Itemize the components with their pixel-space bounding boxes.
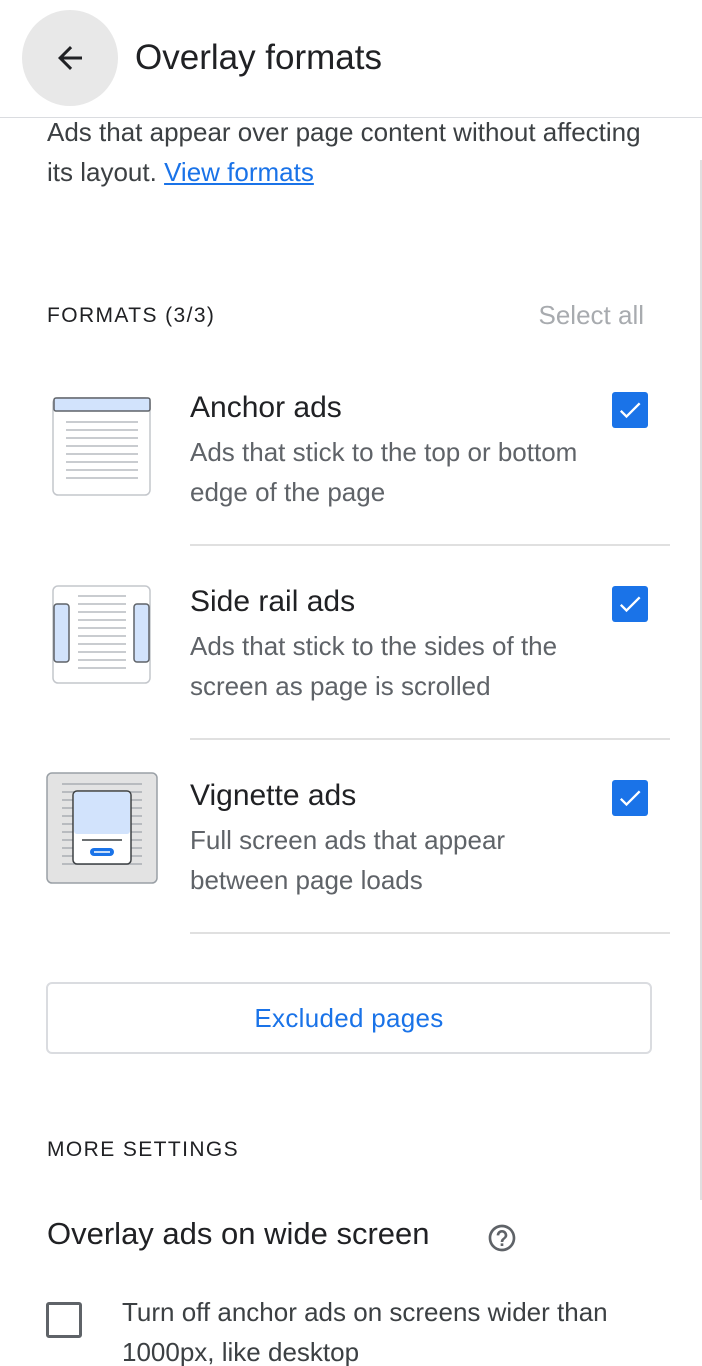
format-title: Anchor ads: [190, 391, 342, 424]
overlay-wide-screen-title: Overlay ads on wide screen: [47, 1216, 430, 1251]
turn-off-anchor-wide-checkbox[interactable]: [46, 1302, 82, 1338]
intro-text: Ads that appear over page content withou…: [47, 112, 667, 192]
arrow-left-icon: [58, 46, 82, 70]
back-button[interactable]: [22, 10, 118, 106]
anchor-ads-checkbox[interactable]: [612, 392, 648, 428]
format-description: Full screen ads that appear between page…: [190, 825, 506, 895]
checkmark-icon: [619, 402, 641, 419]
format-description: Ads that stick to the top or bottom edge…: [190, 437, 578, 507]
turn-off-anchor-wide-label: Turn off anchor ads on screens wider tha…: [122, 1297, 608, 1366]
page-title: Overlay formats: [135, 38, 382, 77]
divider: [190, 544, 670, 546]
format-row-anchor-ads[interactable]: Anchor ads Ads that stick to the top or …: [0, 388, 702, 582]
checkmark-icon: [619, 790, 641, 807]
vignette-ads-thumbnail: [46, 772, 158, 884]
header: Overlay formats: [0, 0, 702, 118]
divider: [190, 932, 670, 934]
format-row-vignette-ads[interactable]: Vignette ads Full screen ads that appear…: [0, 772, 702, 970]
side-rail-ads-checkbox[interactable]: [612, 586, 648, 622]
anchor-ads-thumbnail: [52, 397, 151, 496]
vignette-ads-checkbox[interactable]: [612, 780, 648, 816]
format-title: Side rail ads: [190, 585, 356, 618]
format-row-side-rail-ads[interactable]: Side rail ads Ads that stick to the side…: [0, 582, 702, 776]
format-description: Ads that stick to the sides of the scree…: [190, 631, 558, 701]
intro-description: Ads that appear over page content withou…: [47, 117, 641, 187]
excluded-pages-button[interactable]: Excluded pages: [46, 982, 652, 1054]
divider: [190, 738, 670, 740]
overlay-formats-page: Overlay formats Ads that appear over pag…: [0, 0, 702, 1366]
side-rail-ads-thumbnail: [52, 585, 151, 684]
question-circle-icon[interactable]: [486, 1222, 518, 1254]
formats-section-label: FORMATS (3/3): [47, 304, 216, 327]
more-settings-label: MORE SETTINGS: [47, 1138, 240, 1161]
select-all-button[interactable]: Select all: [539, 300, 645, 331]
view-formats-link[interactable]: View formats: [164, 157, 314, 187]
checkmark-icon: [619, 596, 641, 613]
format-title: Vignette ads: [190, 779, 357, 812]
